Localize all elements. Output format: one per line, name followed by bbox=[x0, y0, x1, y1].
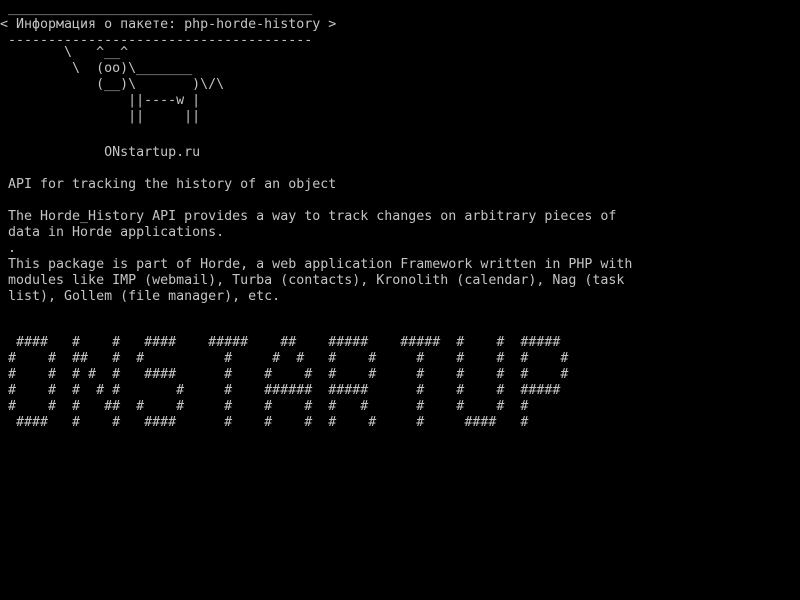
cow-line: (__)\ )\/\ bbox=[0, 77, 225, 92]
banner-line: # # # # # #### # # # # # # # # # # bbox=[0, 367, 569, 382]
onstartup-figlet-banner: #### # # #### ##### ## ##### ##### # # #… bbox=[0, 335, 568, 431]
bubble-top-border: ______________________________________ bbox=[0, 1, 313, 16]
banner-line: # # # # # # # ###### ##### # # # ##### bbox=[0, 383, 561, 398]
bubble-message: < Информация о пакете: php-horde-history… bbox=[0, 17, 337, 32]
cow-ascii-art: \ ^__^ \ (oo)\_______ (__)\ )\/\ ||----w… bbox=[0, 45, 224, 125]
banner-line: # # # ## # # # # # # # # # # # bbox=[0, 399, 529, 414]
cow-line: ||----w | bbox=[0, 93, 201, 108]
cowsay-speech-bubble: ______________________________________ < … bbox=[0, 1, 336, 49]
cow-line: \ (oo)\_______ bbox=[0, 61, 193, 76]
description-line: This package is part of Horde, a web app… bbox=[0, 257, 633, 272]
description-line: . bbox=[0, 241, 17, 256]
description-line: The Horde_History API provides a way to … bbox=[0, 209, 617, 224]
banner-line: #### # # #### # # # # # # #### # bbox=[0, 415, 529, 430]
terminal-console: ______________________________________ < … bbox=[0, 0, 800, 600]
package-summary: API for tracking the history of an objec… bbox=[0, 177, 337, 192]
cow-line: || || bbox=[0, 109, 201, 124]
description-line: list), Gollem (file manager), etc. bbox=[0, 289, 281, 304]
banner-line: # # ## # # # # # # # # # # # # bbox=[0, 351, 569, 366]
cow-line: \ ^__^ bbox=[0, 45, 129, 60]
banner-line: #### # # #### ##### ## ##### ##### # # #… bbox=[0, 335, 561, 350]
package-description: The Horde_History API provides a way to … bbox=[0, 209, 632, 305]
site-name: ONstartup.ru bbox=[0, 145, 201, 160]
description-line: data in Horde applications. bbox=[0, 225, 225, 240]
description-line: modules like IMP (webmail), Turba (conta… bbox=[0, 273, 625, 288]
